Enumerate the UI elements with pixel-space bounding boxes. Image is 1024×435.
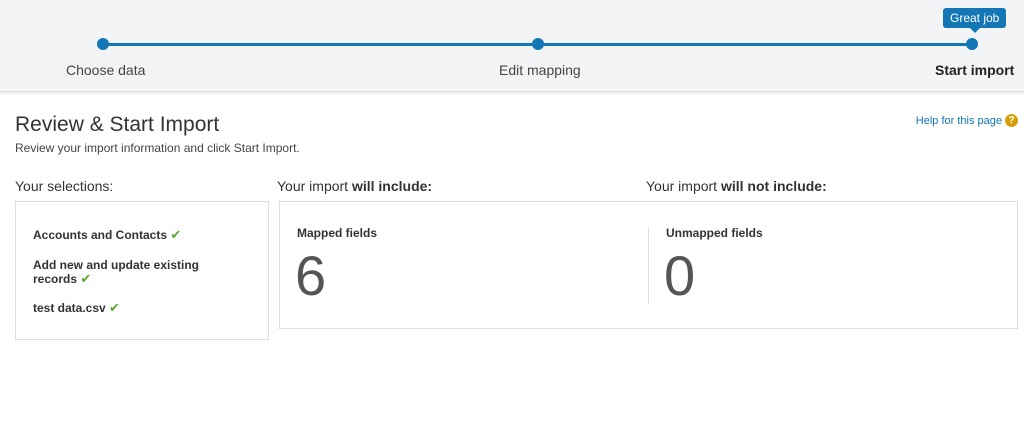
help-link[interactable]: Help for this page ? (916, 114, 1018, 127)
selection-item: Accounts and Contacts ✔ (33, 227, 253, 243)
step-dot-start-import (966, 38, 978, 50)
step-label-start-import: Start import (935, 62, 1015, 78)
exclude-heading-prefix: Your import (646, 178, 721, 194)
import-summary-panel: Mapped fields 6 Unmapped fields 0 (279, 201, 1018, 329)
exclude-heading-bold: will not include: (720, 178, 827, 194)
include-heading-bold: will include: (351, 178, 433, 194)
unmapped-fields-label: Unmapped fields (666, 226, 763, 240)
selections-heading: Your selections: (15, 178, 114, 194)
progress-header: Choose data Edit mapping Start import Gr… (0, 0, 1024, 92)
selection-item-label: Add new and update existing records (33, 258, 200, 286)
selection-item-label: Accounts and Contacts (33, 228, 168, 242)
mapped-fields-label: Mapped fields (297, 226, 378, 240)
selections-panel: Accounts and Contacts ✔ Add new and upda… (15, 201, 269, 340)
step-label-edit-mapping[interactable]: Edit mapping (499, 62, 581, 78)
include-heading-prefix: Your import (277, 178, 352, 194)
selection-item-label: test data.csv (33, 301, 106, 315)
exclude-heading: Your import will not include: (646, 178, 827, 194)
check-icon: ✔ (170, 227, 182, 242)
page-subtitle: Review your import information and click… (15, 141, 300, 155)
mapped-fields-count: 6 (295, 244, 327, 307)
selection-item: Add new and update existing records ✔ (33, 258, 218, 286)
check-icon: ✔ (80, 271, 92, 286)
panel-divider (648, 228, 649, 304)
unmapped-fields-count: 0 (664, 244, 696, 307)
page-title: Review & Start Import (15, 113, 220, 136)
help-link-label[interactable]: Help for this page (916, 115, 1002, 127)
selection-item: test data.csv ✔ (33, 300, 253, 316)
step-dot-choose-data[interactable] (97, 38, 109, 50)
help-icon[interactable]: ? (1005, 114, 1018, 127)
include-heading: Your import will include: (277, 178, 432, 194)
step-dot-edit-mapping[interactable] (532, 38, 544, 50)
check-icon: ✔ (109, 300, 120, 315)
step-label-choose-data[interactable]: Choose data (66, 62, 145, 78)
great-job-tooltip: Great job (943, 8, 1007, 33)
